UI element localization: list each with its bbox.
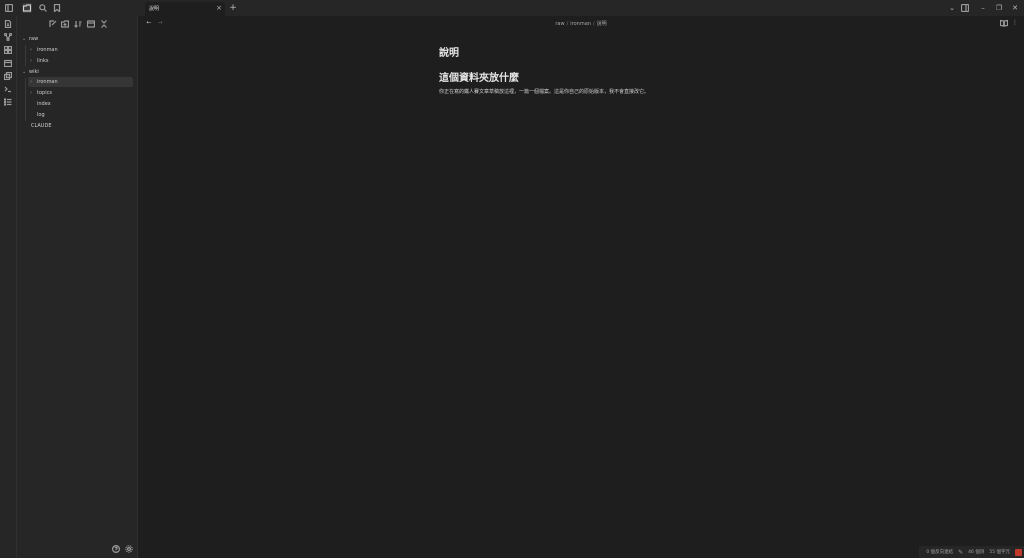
graph-view-icon[interactable] xyxy=(3,32,13,42)
settings-gear-icon[interactable] xyxy=(124,544,134,554)
new-note-icon[interactable] xyxy=(48,19,58,29)
folder-wiki-ironman[interactable]: › ironman xyxy=(28,77,133,87)
help-icon[interactable] xyxy=(111,544,121,554)
breadcrumb-item[interactable]: ironman xyxy=(570,21,591,27)
reading-view-icon[interactable] xyxy=(999,18,1009,28)
breadcrumb-item: 說明 xyxy=(596,21,607,27)
restore-button[interactable]: ❐ xyxy=(994,3,1004,13)
sort-icon[interactable] xyxy=(73,19,83,29)
edit-pencil-icon[interactable]: ✎ xyxy=(958,549,963,556)
tab-active[interactable]: 說明 × xyxy=(145,2,225,16)
chevron-down-icon: ⌄ xyxy=(22,69,27,75)
checklist-icon[interactable] xyxy=(3,97,13,107)
folder-wiki[interactable]: ⌄ wiki xyxy=(22,67,39,77)
breadcrumb-separator: / xyxy=(566,21,569,27)
breadcrumb-separator: / xyxy=(592,21,595,27)
document-content: 說明 這個資料夾放什麼 你正在寫的鐵人賽文章草稿放這裡，一篇一個檔案。這是你自己… xyxy=(439,44,739,95)
tab-strip xyxy=(138,0,1024,16)
new-note-icon[interactable] xyxy=(3,19,13,29)
new-folder-icon[interactable] xyxy=(60,19,70,29)
folder-label: wiki xyxy=(29,69,39,75)
char-count: 55 個字元 xyxy=(989,550,1010,555)
chevron-right-icon: › xyxy=(30,47,32,53)
document-paragraph: 你正在寫的鐵人賽文章草稿放這裡，一篇一個檔案。這是你自己的原始版本，我不會直接改… xyxy=(439,89,650,95)
chevron-down-icon: ⌄ xyxy=(22,36,27,42)
indent-guide xyxy=(25,78,26,121)
file-explorer: ⌄ raw › ironman › links ⌄ wiki › ironman › top… xyxy=(17,16,138,558)
file-wiki-index[interactable]: index xyxy=(37,99,51,109)
document-title: 說明 xyxy=(439,48,459,59)
bookmark-icon[interactable] xyxy=(52,3,62,13)
folder-label: raw xyxy=(29,36,39,42)
chevron-right-icon: › xyxy=(30,79,32,85)
ribbon xyxy=(0,16,17,558)
close-window-button[interactable]: ✕ xyxy=(1010,3,1020,13)
folder-label: ironman xyxy=(37,47,58,53)
folder-label: ironman xyxy=(37,79,58,85)
new-tab-button[interactable]: + xyxy=(228,3,238,13)
copy-icon[interactable] xyxy=(3,71,13,81)
editor-pane: ← → raw / ironman / 說明 ⋮ 說明 這個資料夾放什麼 你正在寫的鐵人… xyxy=(138,16,1024,558)
reveal-file-icon[interactable] xyxy=(86,19,96,29)
breadcrumb-item[interactable]: raw xyxy=(555,21,564,27)
chevron-right-icon: › xyxy=(30,58,32,64)
file-label: index xyxy=(37,101,51,107)
tab-list-chevron-icon[interactable]: ⌄ xyxy=(947,3,957,13)
breadcrumb: raw / ironman / 說明 xyxy=(138,20,1024,27)
file-label: CLAUDE xyxy=(31,123,52,129)
sidebar-toggle-icon[interactable] xyxy=(4,3,14,13)
collapse-all-icon[interactable] xyxy=(99,19,109,29)
chevron-right-icon: › xyxy=(30,90,32,96)
folder-raw-links[interactable]: › links xyxy=(30,56,48,66)
folder-label: links xyxy=(37,58,49,64)
minimize-button[interactable]: – xyxy=(978,3,988,13)
file-wiki-log[interactable]: log xyxy=(37,110,45,120)
folder-wiki-topics[interactable]: › topics xyxy=(30,88,52,98)
tab-close-icon[interactable]: × xyxy=(215,4,223,12)
file-label: log xyxy=(37,112,45,118)
right-sidebar-toggle-icon[interactable] xyxy=(960,3,970,13)
file-claude[interactable]: CLAUDE xyxy=(31,121,51,131)
search-icon[interactable] xyxy=(38,3,48,13)
tab-label: 說明 xyxy=(149,6,160,12)
calendar-icon[interactable] xyxy=(3,58,13,68)
status-bar: 0 個反向連結 ✎ 46 個詞 55 個字元 xyxy=(919,546,1024,558)
backlinks-count[interactable]: 0 個反向連結 xyxy=(926,549,953,555)
document-heading: 這個資料夾放什麼 xyxy=(439,73,519,84)
folder-icon[interactable] xyxy=(22,3,32,13)
indent-guide xyxy=(25,45,26,66)
canvas-icon[interactable] xyxy=(3,45,13,55)
error-indicator-icon[interactable] xyxy=(1015,548,1022,556)
word-count: 46 個詞 xyxy=(968,550,985,555)
more-options-icon[interactable]: ⋮ xyxy=(1010,18,1020,28)
terminal-icon[interactable] xyxy=(3,84,13,94)
folder-raw-ironman[interactable]: › ironman xyxy=(30,45,58,55)
folder-label: topics xyxy=(37,90,52,96)
folder-raw[interactable]: ⌄ raw xyxy=(22,34,38,44)
